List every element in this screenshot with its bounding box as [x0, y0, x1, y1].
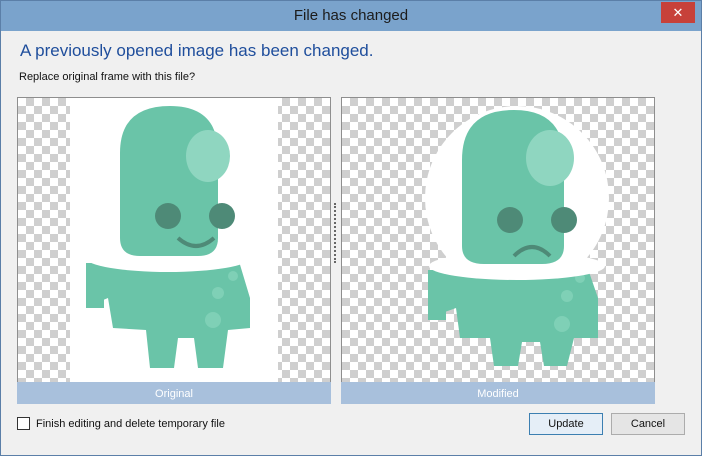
dialog-content: A previously opened image has been chang…: [8, 31, 694, 450]
close-button[interactable]: ✕: [661, 2, 695, 23]
original-preview: [17, 97, 331, 386]
delete-temp-option[interactable]: Finish editing and delete temporary file: [17, 417, 225, 430]
delete-temp-checkbox[interactable]: [17, 417, 30, 430]
update-button[interactable]: Update: [529, 413, 603, 435]
modified-preview: [341, 97, 655, 386]
dialog-window: File has changed ✕ A previously opened i…: [0, 0, 702, 456]
cancel-button[interactable]: Cancel: [611, 413, 685, 435]
original-image: [70, 98, 278, 385]
close-icon: ✕: [672, 5, 684, 20]
original-caption: Original: [17, 382, 331, 404]
title-bar[interactable]: File has changed ✕: [1, 1, 701, 31]
modified-caption: Modified: [341, 382, 655, 404]
panel-splitter[interactable]: [334, 203, 338, 263]
modified-image: [425, 106, 609, 366]
dialog-heading: A previously opened image has been chang…: [20, 41, 374, 60]
dialog-question: Replace original frame with this file?: [19, 71, 196, 83]
delete-temp-label[interactable]: Finish editing and delete temporary file: [36, 418, 225, 430]
window-title: File has changed: [293, 7, 409, 24]
